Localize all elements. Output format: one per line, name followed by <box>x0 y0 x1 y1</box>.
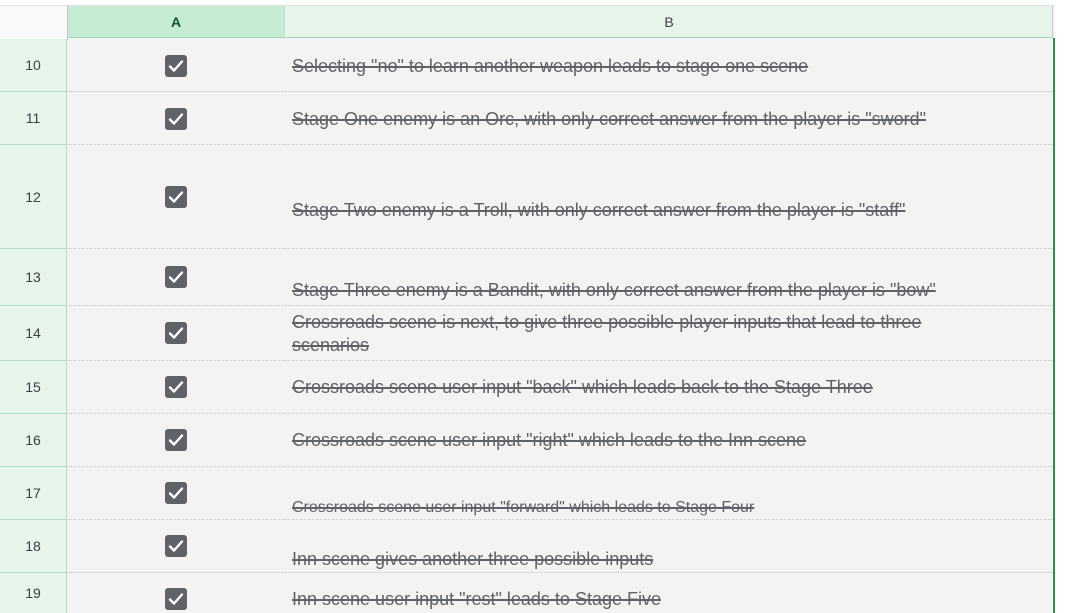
column-header-b[interactable]: B <box>286 5 1053 38</box>
cell-a13[interactable] <box>68 249 286 306</box>
cell-b13[interactable]: Stage Three enemy is a Bandit, with only… <box>286 249 1053 306</box>
checkmark-icon <box>168 381 184 393</box>
checkmark-icon <box>168 327 184 339</box>
checkbox-checked[interactable] <box>165 429 187 451</box>
table-row: 13 Stage Three enemy is a Bandit, with o… <box>0 249 1053 306</box>
table-row: 12 Stage Two enemy is a Troll, with only… <box>0 145 1053 249</box>
row-header[interactable]: 17 <box>0 467 67 520</box>
checkmark-icon <box>168 271 184 283</box>
checkbox-checked[interactable] <box>165 376 187 398</box>
checkmark-icon <box>168 487 184 499</box>
cell-a10[interactable] <box>68 39 286 92</box>
cell-a18[interactable] <box>68 520 286 573</box>
cell-a14[interactable] <box>68 306 286 361</box>
checkbox-checked[interactable] <box>165 55 187 77</box>
task-text: Stage One enemy is an Orc, with only cor… <box>292 109 927 129</box>
checkbox-checked[interactable] <box>165 588 187 610</box>
task-text: Crossroads scene user input "right" whic… <box>292 430 807 450</box>
right-margin <box>1055 0 1069 613</box>
cell-a16[interactable] <box>68 414 286 467</box>
cell-a12[interactable] <box>68 145 286 249</box>
cell-b10[interactable]: Selecting "no" to learn another weapon l… <box>286 39 1053 92</box>
spreadsheet-grid: A B 10 Selecting "no" to learn another w… <box>0 0 1069 613</box>
cell-b17[interactable]: Crossroads scene user input "forward" wh… <box>286 467 1053 520</box>
row-header[interactable]: 18 <box>0 520 67 573</box>
row-header[interactable]: 15 <box>0 361 67 414</box>
task-text: Inn scene user input "rest" leads to Sta… <box>292 589 661 609</box>
task-text: Crossroads scene is next, to give three … <box>292 312 922 355</box>
checkmark-icon <box>168 113 184 125</box>
checkmark-icon <box>168 60 184 72</box>
task-text: Crossroads scene user input "forward" wh… <box>292 499 755 516</box>
task-text: Stage Three enemy is a Bandit, with only… <box>292 280 936 300</box>
row-header[interactable]: 10 <box>0 39 67 92</box>
task-text: Inn scene gives another three possible i… <box>292 549 654 569</box>
row-header[interactable]: 16 <box>0 414 67 467</box>
task-text: Selecting "no" to learn another weapon l… <box>292 56 809 76</box>
row-header[interactable]: 12 <box>0 145 67 249</box>
checkbox-checked[interactable] <box>165 266 187 288</box>
task-text: Crossroads scene user input "back" which… <box>292 377 873 397</box>
row-header[interactable]: 11 <box>0 92 67 145</box>
row-header[interactable]: 13 <box>0 249 67 306</box>
checkbox-checked[interactable] <box>165 322 187 344</box>
table-row: 18 Inn scene gives another three possibl… <box>0 520 1053 573</box>
cell-b16[interactable]: Crossroads scene user input "right" whic… <box>286 414 1053 467</box>
table-row: 10 Selecting "no" to learn another weapo… <box>0 39 1053 92</box>
cell-b15[interactable]: Crossroads scene user input "back" which… <box>286 361 1053 414</box>
table-row: 14 Crossroads scene is next, to give thr… <box>0 306 1053 361</box>
table-row: 11 Stage One enemy is an Orc, with only … <box>0 92 1053 145</box>
checkmark-icon <box>168 540 184 552</box>
cell-b12[interactable]: Stage Two enemy is a Troll, with only co… <box>286 145 1053 249</box>
checkmark-icon <box>168 593 184 605</box>
cell-a11[interactable] <box>68 92 286 145</box>
checkmark-icon <box>168 434 184 446</box>
cell-a19[interactable] <box>68 573 286 613</box>
cell-b19[interactable]: Inn scene user input "rest" leads to Sta… <box>286 573 1053 613</box>
checkbox-checked[interactable] <box>165 108 187 130</box>
select-all-corner[interactable] <box>0 5 68 40</box>
row-header[interactable]: 19 <box>0 573 67 613</box>
row-header[interactable]: 14 <box>0 306 67 361</box>
checkmark-icon <box>168 191 184 203</box>
column-header-a[interactable]: A <box>68 5 285 38</box>
cell-b14[interactable]: Crossroads scene is next, to give three … <box>286 306 1053 361</box>
table-row: 15 Crossroads scene user input "back" wh… <box>0 361 1053 414</box>
task-text: Stage Two enemy is a Troll, with only co… <box>292 200 906 220</box>
cell-b11[interactable]: Stage One enemy is an Orc, with only cor… <box>286 92 1053 145</box>
table-row: 17 Crossroads scene user input "forward"… <box>0 467 1053 520</box>
checkbox-checked[interactable] <box>165 186 187 208</box>
table-row: 16 Crossroads scene user input "right" w… <box>0 414 1053 467</box>
checkbox-checked[interactable] <box>165 482 187 504</box>
checkbox-checked[interactable] <box>165 535 187 557</box>
table-row: 19 Inn scene user input "rest" leads to … <box>0 573 1053 613</box>
cell-b18[interactable]: Inn scene gives another three possible i… <box>286 520 1053 573</box>
cell-a17[interactable] <box>68 467 286 520</box>
cell-a15[interactable] <box>68 361 286 414</box>
